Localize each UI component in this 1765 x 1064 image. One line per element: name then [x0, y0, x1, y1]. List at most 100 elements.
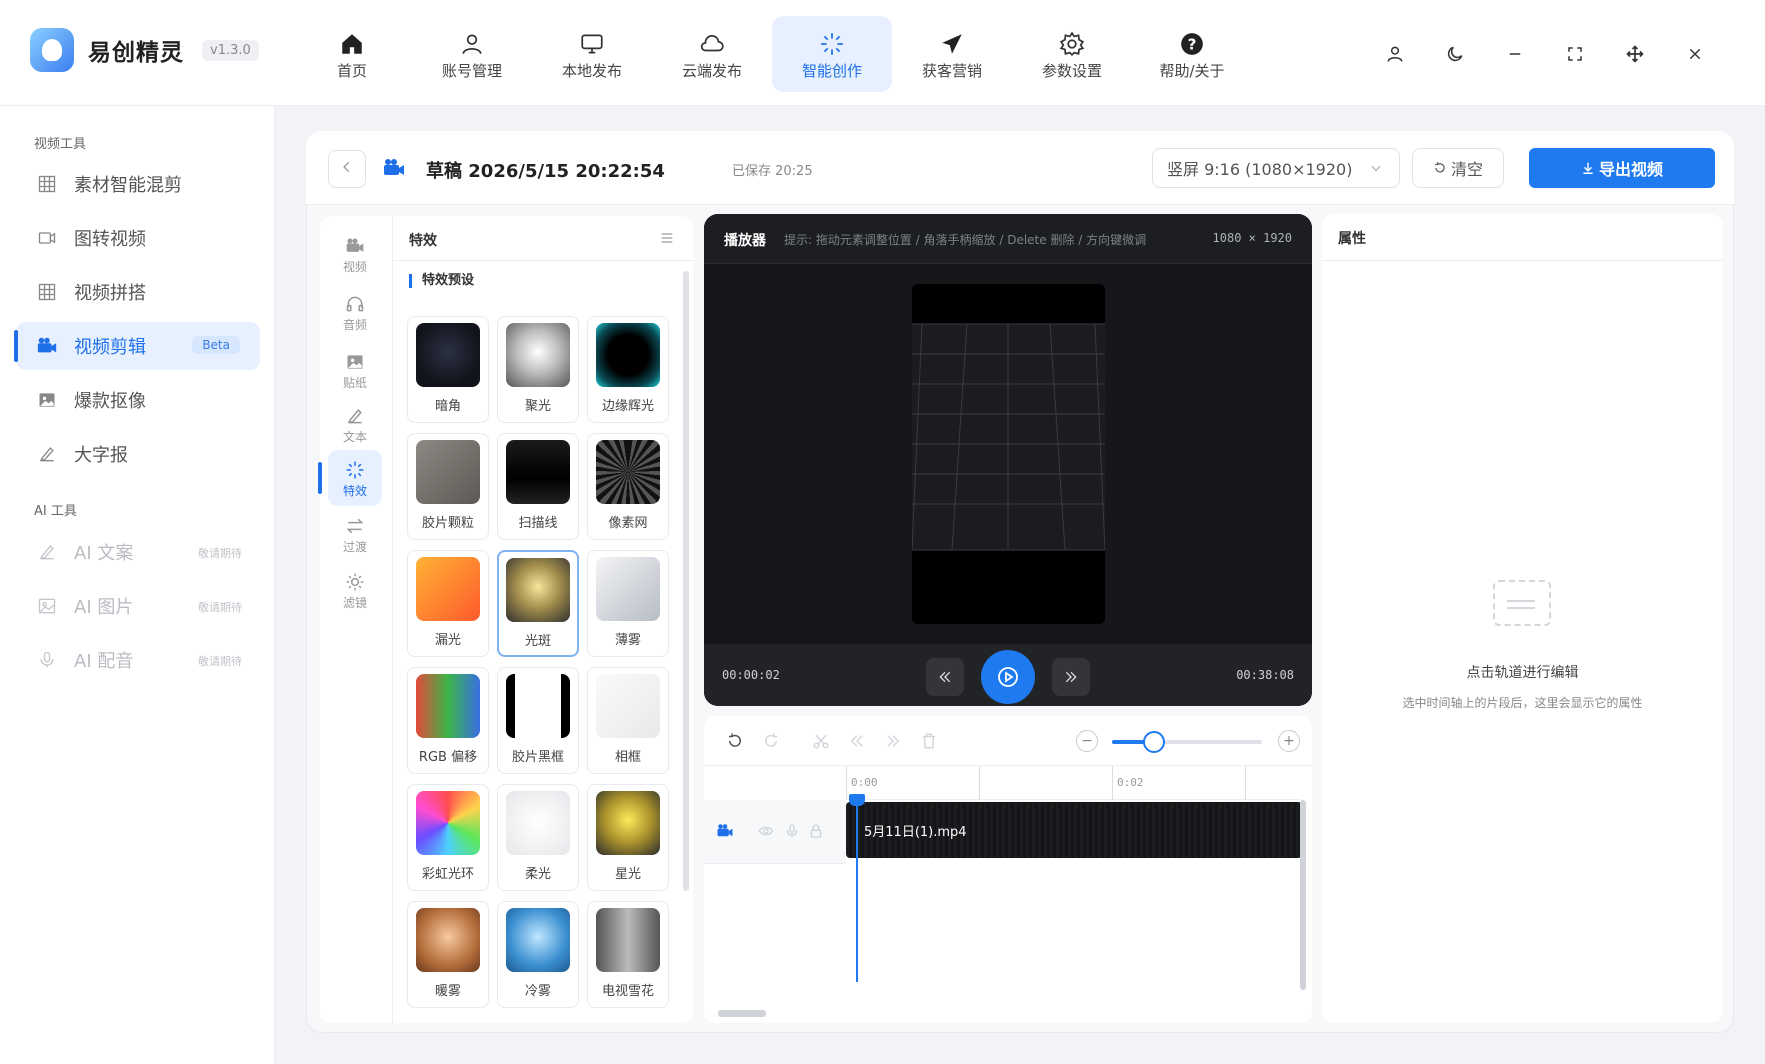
- mic-icon[interactable]: [784, 823, 800, 843]
- effect-card[interactable]: 扫描线: [497, 433, 579, 540]
- moon-icon[interactable]: [1425, 40, 1485, 68]
- effect-card[interactable]: RGB 偏移: [407, 667, 489, 774]
- effect-card[interactable]: 相框: [587, 667, 669, 774]
- back-button[interactable]: [328, 150, 366, 188]
- timeline-ruler[interactable]: 0:00 0:02: [846, 766, 1302, 800]
- fullscreen-icon[interactable]: [1545, 40, 1605, 68]
- aspect-ratio-select[interactable]: 竖屏 9:16 (1080×1920): [1152, 148, 1400, 188]
- effect-thumbnail: [596, 791, 660, 855]
- sidebar-item-poster[interactable]: 大字报: [16, 430, 260, 478]
- top-bar: 易创精灵 v1.3.0 首页 账号管理 本地发布 云端发布 智能创作 获客营销: [0, 0, 1765, 106]
- nav-help[interactable]: ? 帮助/关于: [1132, 16, 1252, 92]
- effect-card[interactable]: 冷雾: [497, 901, 579, 1008]
- effect-label: 星光: [614, 867, 641, 882]
- nav-home[interactable]: 首页: [292, 16, 412, 92]
- nav-settings[interactable]: 参数设置: [1012, 16, 1132, 92]
- clear-button[interactable]: 清空: [1412, 148, 1504, 188]
- effects-panel: 特效 特效预设 暗角 聚光 边缘辉光 胶片颗粒 扫描线 像素网 漏光 光斑 薄雾 RGB 偏移 胶片…: [393, 216, 693, 1023]
- rail-label: 文本: [342, 429, 367, 444]
- double-chevron-right-icon: [1063, 669, 1079, 685]
- timeline-horizontal-scrollbar[interactable]: [718, 1010, 766, 1017]
- nav-marketing[interactable]: 获客营销: [892, 16, 1012, 92]
- main-nav: 首页 账号管理 本地发布 云端发布 智能创作 获客营销 参数设置 ? 帮助/关于: [292, 16, 1252, 92]
- rail-item-text[interactable]: 文本: [328, 396, 382, 452]
- undo-icon[interactable]: [724, 730, 746, 752]
- effect-card[interactable]: 彩虹光环: [407, 784, 489, 891]
- player-resolution: 1080 × 1920: [1212, 231, 1292, 245]
- sidebar-item-video-edit[interactable]: 视频剪辑 Beta: [14, 322, 260, 370]
- double-chevron-right-icon[interactable]: [882, 730, 904, 752]
- nav-label: 本地发布: [561, 61, 622, 80]
- nav-cloud-publish[interactable]: 云端发布: [652, 16, 772, 92]
- home-icon: [339, 28, 365, 60]
- rail-item-transition[interactable]: 过渡: [328, 506, 382, 562]
- play-icon: [996, 665, 1020, 689]
- sidebar-item-image-to-video[interactable]: 图转视频: [16, 214, 260, 262]
- rewind-button[interactable]: [926, 658, 964, 696]
- send-icon: [939, 28, 965, 60]
- sidebar-item-cutout[interactable]: 爆款抠像: [16, 376, 260, 424]
- menu-icon[interactable]: [659, 230, 675, 250]
- image-icon: [36, 389, 58, 411]
- forward-button[interactable]: [1052, 658, 1090, 696]
- trash-icon[interactable]: [918, 730, 940, 752]
- effect-card[interactable]: 漏光: [407, 550, 489, 657]
- effect-thumbnail: [506, 674, 570, 738]
- effect-card[interactable]: 星光: [587, 784, 669, 891]
- zoom-in-button[interactable]: +: [1278, 730, 1300, 752]
- playhead[interactable]: [856, 796, 858, 982]
- effect-card[interactable]: 聚光: [497, 316, 579, 423]
- chevron-down-icon: [1369, 160, 1383, 179]
- effect-card[interactable]: 胶片黑框: [497, 667, 579, 774]
- rail-item-filter[interactable]: 滤镜: [328, 562, 382, 618]
- coming-soon-label: 敬请期待: [198, 547, 242, 560]
- effect-card[interactable]: 暗角: [407, 316, 489, 423]
- lock-icon[interactable]: [808, 823, 824, 843]
- effects-scrollbar[interactable]: [683, 271, 689, 891]
- close-icon[interactable]: [1665, 40, 1725, 68]
- ruler-tick: [979, 766, 984, 800]
- effect-card[interactable]: 边缘辉光: [587, 316, 669, 423]
- nav-label: 账号管理: [441, 61, 502, 80]
- zoom-slider[interactable]: [1112, 731, 1262, 753]
- sidebar-item-smart-mix[interactable]: 素材智能混剪: [16, 160, 260, 208]
- play-button[interactable]: [981, 650, 1035, 704]
- effect-card[interactable]: 光斑: [497, 550, 579, 657]
- effect-card[interactable]: 暖雾: [407, 901, 489, 1008]
- effect-label: 光斑: [524, 634, 551, 649]
- nav-local-publish[interactable]: 本地发布: [532, 16, 652, 92]
- timeline-vertical-scrollbar[interactable]: [1300, 800, 1306, 990]
- effect-thumbnail: [596, 674, 660, 738]
- eye-icon[interactable]: [758, 823, 774, 843]
- export-label: 导出视频: [1598, 160, 1663, 179]
- effect-card[interactable]: 柔光: [497, 784, 579, 891]
- double-chevron-left-icon[interactable]: [846, 730, 868, 752]
- effect-label: 暖雾: [434, 984, 461, 999]
- video-clip[interactable]: 5月11日(1).mp4: [846, 802, 1302, 858]
- nav-smart-create[interactable]: 智能创作: [772, 16, 892, 92]
- rail-label: 滤镜: [342, 595, 367, 610]
- effect-card[interactable]: 胶片颗粒: [407, 433, 489, 540]
- preview-canvas[interactable]: [912, 284, 1105, 624]
- double-chevron-left-icon: [937, 669, 953, 685]
- rail-item-effects[interactable]: 特效: [318, 450, 382, 506]
- effect-card[interactable]: 像素网: [587, 433, 669, 540]
- redo-icon[interactable]: [760, 730, 782, 752]
- rail-item-sticker[interactable]: 贴纸: [328, 342, 382, 398]
- scissors-icon[interactable]: [810, 730, 832, 752]
- effect-card[interactable]: 电视雪花: [587, 901, 669, 1008]
- sidebar-item-video-splice[interactable]: 视频拼搭: [16, 268, 260, 316]
- export-video-button[interactable]: 导出视频: [1529, 148, 1715, 188]
- nav-label: 首页: [336, 61, 367, 80]
- rail-item-audio[interactable]: 音频: [328, 284, 382, 340]
- rail-item-video[interactable]: 视频: [328, 226, 382, 282]
- minimize-icon[interactable]: [1485, 40, 1545, 68]
- profile-icon[interactable]: [1365, 40, 1425, 68]
- ai-tools-title: AI 工具: [34, 504, 77, 519]
- move-icon[interactable]: [1605, 40, 1665, 68]
- zoom-out-button[interactable]: −: [1076, 730, 1098, 752]
- zoom-slider-handle[interactable]: [1143, 731, 1165, 753]
- effect-card[interactable]: 薄雾: [587, 550, 669, 657]
- user-icon: [459, 28, 485, 60]
- nav-account[interactable]: 账号管理: [412, 16, 532, 92]
